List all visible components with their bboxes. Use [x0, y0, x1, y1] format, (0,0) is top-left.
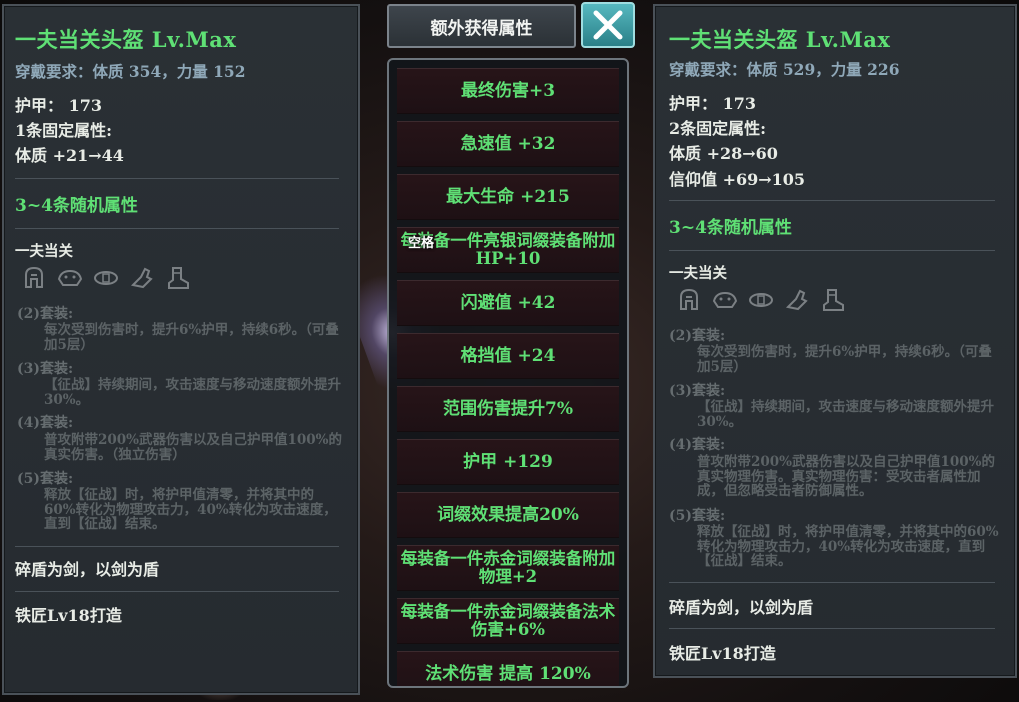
set-bonus-desc: 【征战】持续期间，攻击速度与移动速度额外提升30%。: [44, 377, 341, 408]
flavor-text: 碎盾为剑，以剑为盾: [15, 560, 160, 579]
item-tooltip-right: 一夫当关头盔 Lv.Max 穿戴要求：体质 529，力量 226 护甲： 173…: [653, 4, 1017, 678]
divider: [669, 200, 995, 201]
fixed-attr: 体质 +28→60: [669, 144, 778, 163]
set-bonus-desc: 【征战】持续期间，攻击速度与移动速度额外提升30%。: [697, 399, 994, 430]
list-item: 最大生命 +215: [397, 174, 619, 220]
divider: [669, 250, 995, 251]
divider: [669, 582, 995, 583]
set-bonus-label: (3)套装:: [17, 361, 74, 377]
fixed-attr: 信仰值 +69→105: [669, 170, 806, 189]
set-bonus-label: (4)套装:: [669, 437, 726, 453]
list-item: 最终伤害+3: [397, 68, 619, 114]
set-bonus-label: (3)套装:: [669, 383, 726, 399]
wear-requirement: 穿戴要求：体质 529，力量 226: [669, 60, 900, 79]
random-attr-header: 3~4条随机属性: [669, 218, 792, 238]
list-item: 每装备一件赤金词缀装备法术伤害+6%: [397, 598, 619, 644]
flavor-text: 碎盾为剑，以剑为盾: [669, 598, 814, 617]
gauntlet-icon[interactable]: [783, 286, 811, 314]
boots-icon[interactable]: [819, 286, 847, 314]
wear-requirement: 穿戴要求：体质 354，力量 152: [15, 62, 246, 81]
fixed-attr-header: 1条固定属性:: [15, 121, 113, 140]
armor-value: 护甲： 173: [15, 96, 102, 115]
divider: [15, 178, 339, 179]
gauntlet-icon[interactable]: [128, 264, 156, 292]
set-bonus-desc: 普攻附带200%武器伤害以及自己护甲值100%的真实伤害。（独立伤害）: [44, 432, 343, 463]
divider: [15, 591, 339, 592]
set-icons: [20, 264, 192, 292]
boots-icon[interactable]: [164, 264, 192, 292]
fixed-attr-header: 2条固定属性:: [669, 119, 767, 138]
set-name: 一夫当关: [15, 243, 73, 260]
extra-attributes-list[interactable]: 最终伤害+3 急速值 +32 最大生命 +215 每装备一件亮银词缀装备附加HP…: [387, 58, 629, 688]
set-bonus-label: (5)套装:: [669, 508, 726, 524]
set-bonus-desc: 释放【征战】时，将护甲值清零，并将其中的60%转化为物理攻击力，40%转化为攻击…: [44, 487, 337, 532]
set-bonus-label: (2)套装:: [17, 306, 74, 322]
divider: [669, 628, 995, 629]
shoulder-armor-icon[interactable]: [56, 264, 84, 292]
armor-value: 护甲： 173: [669, 94, 756, 113]
divider: [15, 228, 339, 229]
set-bonus-desc: 普攻附带200%武器伤害以及自己护甲值100%的真实物理伤害。真实物理伤害：受攻…: [697, 454, 996, 499]
set-bonus-label: (2)套装:: [669, 328, 726, 344]
set-bonus-label: (4)套装:: [17, 415, 74, 431]
fixed-attr: 体质 +21→44: [15, 146, 124, 165]
set-bonus-desc: 每次受到伤害时，提升6%护甲，持续6秒。（可叠加5层）: [697, 344, 992, 375]
list-item: 格挡值 +24: [397, 333, 619, 379]
list-item: 范围伤害提升7%: [397, 386, 619, 432]
list-item: 词缀效果提高20%: [397, 492, 619, 538]
list-item: 护甲 +129: [397, 439, 619, 485]
crafter-text: 铁匠Lv18打造: [669, 644, 776, 663]
helmet-icon[interactable]: [20, 264, 48, 292]
close-button[interactable]: [581, 2, 635, 48]
set-bonus-desc: 释放【征战】时，将护甲值清零，并将其中的60%转化为物理攻击力，40%转化为攻击…: [697, 524, 999, 569]
list-item: 每装备一件赤金词缀装备附加物理+2: [397, 545, 619, 591]
list-item: 法术伤害 提高 120%: [397, 651, 619, 686]
set-name: 一夫当关: [669, 265, 727, 282]
random-attr-header: 3~4条随机属性: [15, 196, 138, 216]
belt-icon[interactable]: [747, 286, 775, 314]
set-bonus-label: (5)套装:: [17, 471, 74, 487]
list-item: 闪避值 +42: [397, 280, 619, 326]
extra-attributes-header: 额外获得属性: [387, 4, 576, 48]
shoulder-armor-icon[interactable]: [711, 286, 739, 314]
list-item: 急速值 +32: [397, 121, 619, 167]
space-key-hint: 空格: [408, 236, 435, 251]
belt-icon[interactable]: [92, 264, 120, 292]
set-icons: [675, 286, 847, 314]
crafter-text: 铁匠Lv18打造: [15, 606, 122, 625]
item-tooltip-left: 一夫当关头盔 Lv.Max 穿戴要求：体质 354，力量 152 护甲： 173…: [2, 4, 360, 695]
set-bonus-desc: 每次受到伤害时，提升6%护甲，持续6秒。（可叠加5层）: [44, 322, 339, 353]
helmet-icon[interactable]: [675, 286, 703, 314]
close-icon: [593, 10, 623, 40]
item-title: 一夫当关头盔 Lv.Max: [15, 27, 237, 52]
divider: [15, 546, 339, 547]
item-title: 一夫当关头盔 Lv.Max: [669, 27, 891, 52]
